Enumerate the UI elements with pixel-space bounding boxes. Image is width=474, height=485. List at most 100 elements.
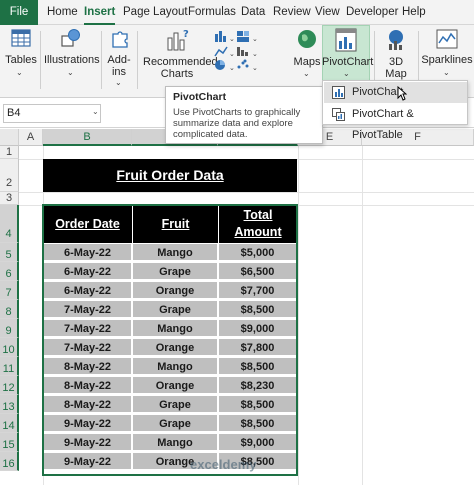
cell-total-amount[interactable]: $9,000 [218, 319, 297, 337]
cell-order-date[interactable]: 8-May-22 [43, 395, 132, 413]
recommended-label-2: Charts [160, 68, 194, 80]
excel-window: File Home Insert Page Layout Formulas Da… [0, 0, 474, 485]
gridline [19, 192, 474, 193]
cell-order-date[interactable]: 6-May-22 [43, 262, 132, 280]
cell-total-amount[interactable]: $9,000 [218, 433, 297, 451]
cell-total-amount[interactable]: $8,500 [218, 414, 297, 432]
tab-developer[interactable]: Developer [346, 0, 398, 25]
tab-insert[interactable]: Insert [84, 0, 116, 25]
cell-order-date[interactable]: 7-May-22 [43, 300, 132, 318]
menu-bar: File Home Insert Page Layout Formulas Da… [0, 0, 474, 25]
3d-map-label-2: Map [385, 68, 407, 80]
menu-item-pivotchart[interactable]: PivotChart [324, 82, 467, 103]
cell-order-date[interactable]: 7-May-22 [43, 319, 132, 337]
svg-text:⌄: ⌄ [229, 35, 235, 43]
cell-total-amount[interactable]: $8,500 [218, 300, 297, 318]
sheet-title: Fruit Order Data [116, 167, 224, 183]
row-header-7[interactable]: 7 [0, 281, 19, 300]
column-header-a[interactable]: A [19, 129, 43, 146]
column-chart-icon [215, 31, 226, 42]
tables-button[interactable]: Tables ⌄ [4, 25, 38, 97]
tab-help[interactable]: Help [402, 0, 426, 25]
svg-text:⌄: ⌄ [252, 64, 258, 71]
cell-fruit[interactable]: Grape [132, 395, 218, 413]
cell-fruit[interactable]: Grape [132, 414, 218, 432]
header-total-amount[interactable]: Total Amount [218, 205, 297, 243]
addins-button[interactable]: Add- ins ⌄ [104, 25, 134, 97]
cell-total-amount[interactable]: $7,700 [218, 281, 297, 299]
illustrations-button[interactable]: Illustrations ⌄ [44, 25, 100, 97]
pivotchart-dropdown: PivotChart PivotChart & PivotTable [322, 80, 468, 141]
sparklines-label: Sparklines [421, 54, 473, 66]
cell-fruit[interactable]: Orange [132, 281, 218, 299]
watermark: exceldemy [190, 457, 257, 472]
row-header-1[interactable]: 1 [0, 146, 19, 159]
cell-order-date[interactable]: 7-May-22 [43, 338, 132, 356]
chevron-down-icon: ⌄ [16, 68, 23, 77]
row-header-14[interactable]: 14 [0, 414, 19, 433]
cell-total-amount[interactable]: $5,000 [218, 243, 297, 261]
cell-fruit[interactable]: Grape [132, 262, 218, 280]
sheet-title-cell[interactable]: Fruit Order Data [43, 159, 297, 192]
row-header-16[interactable]: 16 [0, 452, 19, 471]
svg-text:⌄: ⌄ [252, 50, 258, 58]
row-header-12[interactable]: 12 [0, 376, 19, 395]
cell-total-amount[interactable]: $7,800 [218, 338, 297, 356]
illustrations-label: Illustrations [44, 54, 100, 66]
cell-total-amount[interactable]: $6,500 [218, 262, 297, 280]
pivotchart-icon [335, 28, 357, 52]
pie-chart-icon [215, 60, 225, 70]
row-header-9[interactable]: 9 [0, 319, 19, 338]
tab-file[interactable]: File [0, 0, 38, 25]
tab-home[interactable]: Home [47, 0, 78, 25]
table-icon [11, 29, 31, 47]
svg-text:?: ? [183, 29, 189, 40]
cell-fruit[interactable]: Grape [132, 300, 218, 318]
cell-fruit[interactable]: Mango [132, 433, 218, 451]
cell-fruit[interactable]: Mango [132, 357, 218, 375]
cell-order-date[interactable]: 8-May-22 [43, 357, 132, 375]
svg-text:⌄: ⌄ [229, 64, 235, 71]
tab-page-layout[interactable]: Page Layout [123, 0, 188, 25]
cell-fruit[interactable]: Orange [132, 338, 218, 356]
cell-order-date[interactable]: 9-May-22 [43, 452, 132, 470]
cell-fruit[interactable]: Mango [132, 319, 218, 337]
scatter-chart-icon [237, 59, 249, 69]
name-box[interactable]: B4 [3, 104, 101, 123]
cell-order-date[interactable]: 9-May-22 [43, 414, 132, 432]
chevron-down-icon[interactable]: ⌄ [92, 107, 99, 116]
cell-total-amount[interactable]: $8,500 [218, 395, 297, 413]
chart-types-grid[interactable]: ⌄ ⌄ ⌄ ⌄ ⌄ ⌄ [213, 29, 271, 71]
row-header-8[interactable]: 8 [0, 300, 19, 319]
chevron-down-icon: ⌄ [443, 68, 450, 77]
cell-fruit[interactable]: Orange [132, 376, 218, 394]
row-header-15[interactable]: 15 [0, 433, 19, 452]
tab-view[interactable]: View [315, 0, 340, 25]
row-header-11[interactable]: 11 [0, 357, 19, 376]
cell-fruit[interactable]: Mango [132, 243, 218, 261]
tab-formulas[interactable]: Formulas [188, 0, 236, 25]
cell-order-date[interactable]: 6-May-22 [43, 281, 132, 299]
header-order-date[interactable]: Order Date [43, 205, 132, 243]
row-header-13[interactable]: 13 [0, 395, 19, 414]
cell-order-date[interactable]: 9-May-22 [43, 433, 132, 451]
column-header-b[interactable]: B [43, 129, 132, 146]
cell-order-date[interactable]: 6-May-22 [43, 243, 132, 261]
pivotchart-tooltip: PivotChart Use PivotCharts to graphicall… [165, 86, 323, 144]
row-header-10[interactable]: 10 [0, 338, 19, 357]
header-fruit[interactable]: Fruit [132, 205, 218, 243]
tab-data[interactable]: Data [241, 0, 265, 25]
tooltip-body: Use PivotCharts to graphically summarize… [173, 107, 301, 140]
row-header-3[interactable]: 3 [0, 192, 19, 205]
row-header-4[interactable]: 4 [0, 205, 19, 243]
cell-order-date[interactable]: 8-May-22 [43, 376, 132, 394]
row-header-5[interactable]: 5 [0, 243, 19, 262]
select-all-corner[interactable] [0, 129, 19, 146]
row-header-6[interactable]: 6 [0, 262, 19, 281]
cell-total-amount[interactable]: $8,230 [218, 376, 297, 394]
cell-total-amount[interactable]: $8,500 [218, 357, 297, 375]
line-chart-icon [214, 46, 228, 57]
row-header-2[interactable]: 2 [0, 159, 19, 192]
tab-review[interactable]: Review [273, 0, 311, 25]
menu-item-pivotchart-pivottable[interactable]: PivotChart & PivotTable [324, 104, 467, 141]
